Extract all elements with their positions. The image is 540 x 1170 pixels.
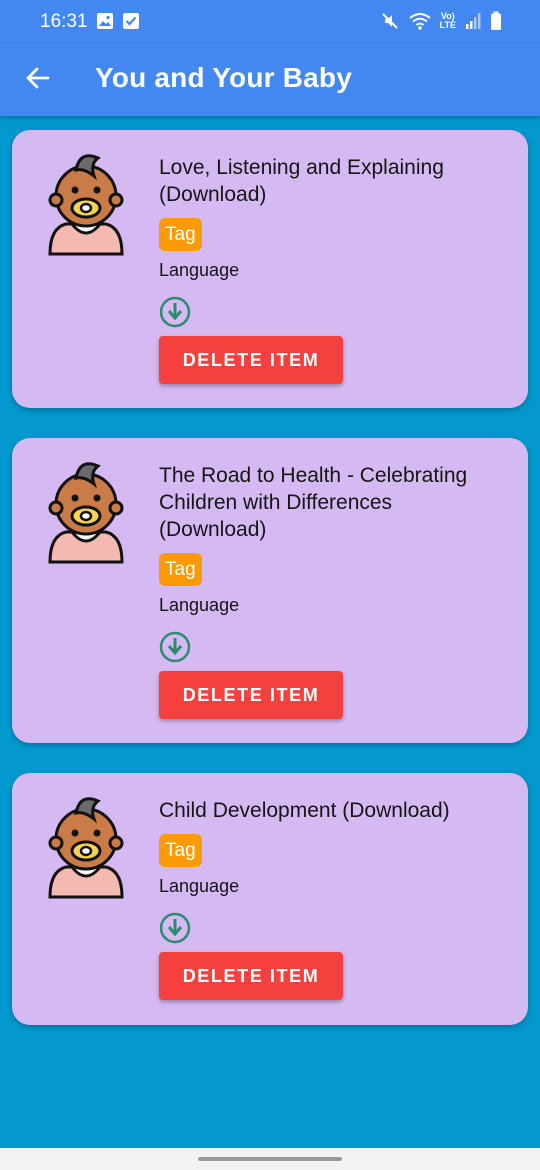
download-card: Child Development (Download) Tag Languag…: [12, 773, 528, 1025]
delete-item-button[interactable]: DELETE ITEM: [159, 336, 343, 384]
tag-badge: Tag: [159, 218, 202, 251]
check-square-icon: [123, 13, 139, 29]
download-card: The Road to Health - Celebrating Childre…: [12, 438, 528, 743]
status-bar: 16:31 Vo) LTE: [0, 0, 540, 44]
system-nav-bar: [0, 1148, 540, 1170]
signal-icon: [466, 13, 481, 29]
status-right-icons: Vo) LTE: [380, 11, 502, 31]
page-title: You and Your Baby: [95, 62, 352, 93]
baby-avatar-icon: [48, 462, 124, 564]
download-card: Love, Listening and Explaining (Download…: [12, 130, 528, 408]
home-indicator[interactable]: [198, 1157, 342, 1161]
language-label: Language: [159, 595, 240, 615]
status-left-icons: [96, 12, 140, 30]
language-label: Language: [159, 260, 240, 280]
item-title: The Road to Health - Celebrating Childre…: [159, 464, 468, 541]
download-icon[interactable]: [159, 912, 191, 944]
arrow-left-icon: [26, 67, 50, 89]
delete-item-button[interactable]: DELETE ITEM: [159, 952, 343, 1000]
back-button[interactable]: [22, 62, 54, 94]
item-title: Love, Listening and Explaining (Download…: [159, 156, 444, 206]
download-icon[interactable]: [159, 631, 191, 663]
card-content: Child Development (Download) Tag Languag…: [159, 797, 504, 1000]
volte-icon: Vo) LTE: [439, 11, 456, 30]
tag-badge: Tag: [159, 834, 202, 867]
card-content: Love, Listening and Explaining (Download…: [159, 154, 504, 384]
item-title: Child Development (Download): [159, 799, 450, 822]
image-icon: [97, 13, 113, 29]
status-time: 16:31: [40, 11, 88, 32]
baby-avatar-icon: [48, 797, 124, 899]
baby-avatar-icon: [48, 154, 124, 256]
wifi-icon: [409, 13, 431, 30]
language-label: Language: [159, 876, 240, 896]
card-content: The Road to Health - Celebrating Childre…: [159, 462, 504, 719]
download-icon[interactable]: [159, 296, 191, 328]
battery-icon: [491, 11, 501, 30]
delete-item-button[interactable]: DELETE ITEM: [159, 671, 343, 719]
tag-badge: Tag: [159, 553, 202, 586]
mute-icon: [381, 13, 398, 29]
app-bar: You and Your Baby: [0, 44, 540, 116]
